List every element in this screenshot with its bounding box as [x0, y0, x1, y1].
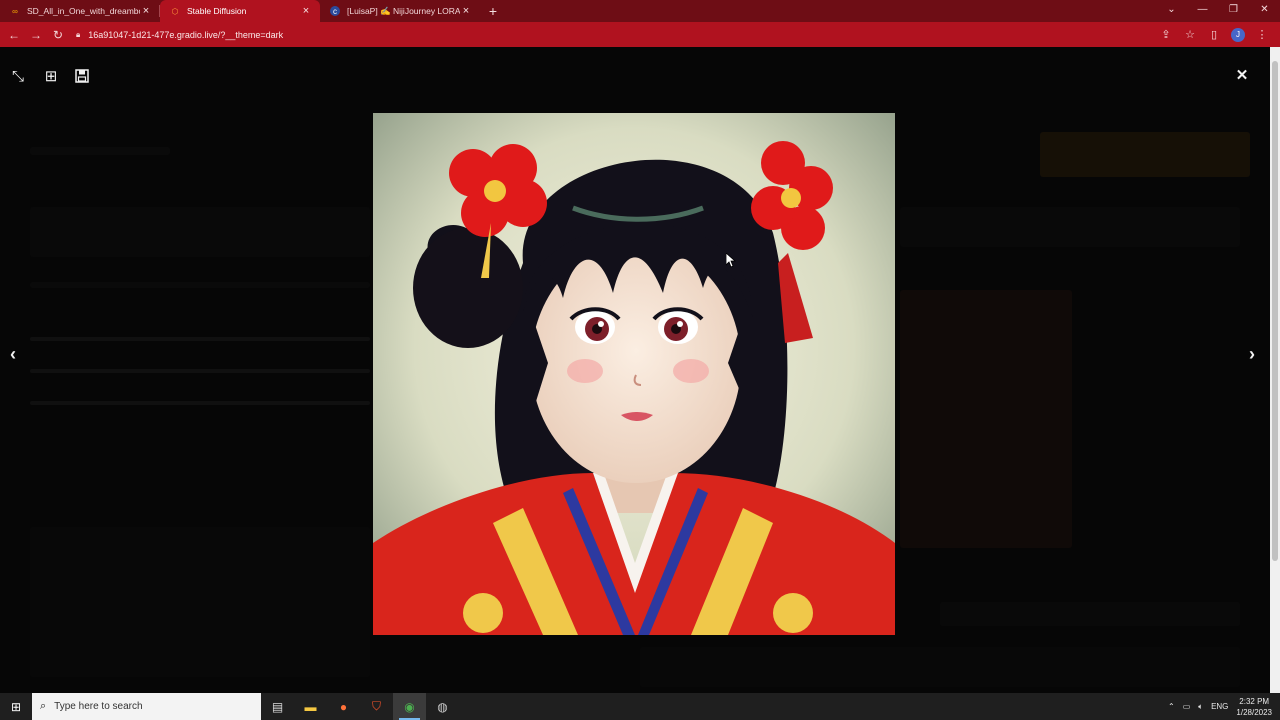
save-icon[interactable]	[72, 66, 92, 86]
tab-stable-diffusion[interactable]: ⬡ Stable Diffusion ×	[160, 0, 320, 22]
address-bar[interactable]: 🔒︎ 16a91047-1d21-477e.gradio.live/?__the…	[76, 25, 1156, 44]
profile-avatar[interactable]: J	[1231, 27, 1245, 42]
chrome-icon[interactable]: ◉	[393, 693, 426, 720]
restore-icon[interactable]: ❐	[1218, 0, 1249, 22]
tile-grid-icon[interactable]: ⊞	[41, 66, 61, 86]
tab-strip: ∞ SD_All_in_One_with_dreambooth × ⬡ Stab…	[0, 0, 1280, 22]
back-icon[interactable]: ←	[3, 28, 25, 42]
page-area: ⤡ ⊞ ✕ ‹ ›	[0, 47, 1270, 693]
search-placeholder: Type here to search	[54, 701, 143, 712]
tab-title: Stable Diffusion	[187, 6, 247, 16]
colab-icon: ∞	[12, 6, 18, 16]
tab-title: [LuisaP] ✍️ NijiJourney LORA | St	[347, 5, 460, 16]
scrollbar-thumb[interactable]	[1272, 61, 1278, 561]
app-icon[interactable]: ◍	[426, 693, 459, 720]
lock-icon: 🔒︎	[76, 29, 81, 39]
windows-start-icon[interactable]: ⊞	[0, 700, 32, 714]
bookmark-star-icon[interactable]: ☆	[1178, 28, 1202, 41]
gradio-icon: ⬡	[171, 6, 179, 16]
close-tab-icon[interactable]: ×	[140, 5, 152, 17]
reload-icon[interactable]: ↻	[47, 28, 69, 42]
tab-title: SD_All_in_One_with_dreambooth	[27, 6, 140, 16]
clock-time: 2:32 PM	[1239, 696, 1270, 706]
previous-image-arrow[interactable]: ‹	[10, 344, 16, 365]
url-text: 16a91047-1d21-477e.gradio.live/?__theme=…	[88, 29, 284, 40]
next-image-arrow[interactable]: ›	[1249, 344, 1255, 365]
volume-icon[interactable]: 🔈︎	[1198, 702, 1203, 712]
close-lightbox-icon[interactable]: ✕	[1232, 65, 1252, 85]
window-controls: ⌄ — ❐ ✕	[1156, 0, 1280, 22]
clock[interactable]: 2:32 PM 1/28/2023	[1236, 696, 1272, 718]
search-icon: ⌕	[40, 700, 47, 712]
tab-civitai[interactable]: c [LuisaP] ✍️ NijiJourney LORA | St ×	[320, 0, 480, 22]
windows-taskbar: ⊞ ⌕ Type here to search ▤ ▬ ● ⛉ ◉ ◍ ⌃ ▭ …	[0, 693, 1280, 720]
page-scrollbar[interactable]	[1270, 47, 1280, 693]
network-icon[interactable]: ▭	[1183, 702, 1191, 711]
close-tab-icon[interactable]: ×	[300, 5, 312, 17]
clock-date: 1/28/2023	[1236, 707, 1272, 717]
forward-icon[interactable]: →	[25, 28, 47, 42]
civitai-icon: c	[330, 6, 340, 16]
close-tab-icon[interactable]: ×	[460, 5, 472, 17]
task-view-icon[interactable]: ▤	[261, 693, 294, 720]
side-panel-icon[interactable]: ▯	[1202, 28, 1226, 41]
browser-toolbar: ← → ↻ 🔒︎ 16a91047-1d21-477e.gradio.live/…	[0, 22, 1280, 47]
browser-menu-icon[interactable]: ⋮	[1250, 28, 1274, 41]
close-window-icon[interactable]: ✕	[1249, 0, 1280, 22]
brave-icon[interactable]: ⛉	[360, 693, 393, 720]
taskbar-search[interactable]: ⌕ Type here to search	[32, 693, 261, 720]
language-indicator[interactable]: ENG	[1211, 702, 1228, 711]
generated-image	[373, 113, 895, 635]
new-tab-button[interactable]: +	[480, 0, 506, 22]
tab-colab[interactable]: ∞ SD_All_in_One_with_dreambooth ×	[0, 0, 160, 22]
anime-girl-illustration	[373, 113, 895, 635]
tab-search-icon[interactable]: ⌄	[1156, 0, 1187, 22]
fullscreen-toggle-icon[interactable]: ⤡	[8, 66, 28, 86]
share-icon[interactable]: ⇪	[1154, 28, 1178, 41]
mouse-cursor	[726, 253, 736, 268]
file-explorer-icon[interactable]: ▬	[294, 693, 327, 720]
system-tray: ⌃ ▭ 🔈︎ ENG 2:32 PM 1/28/2023	[1164, 693, 1280, 720]
firefox-icon[interactable]: ●	[327, 693, 360, 720]
tray-overflow-icon[interactable]: ⌃	[1168, 702, 1175, 711]
minimize-icon[interactable]: —	[1187, 0, 1218, 22]
